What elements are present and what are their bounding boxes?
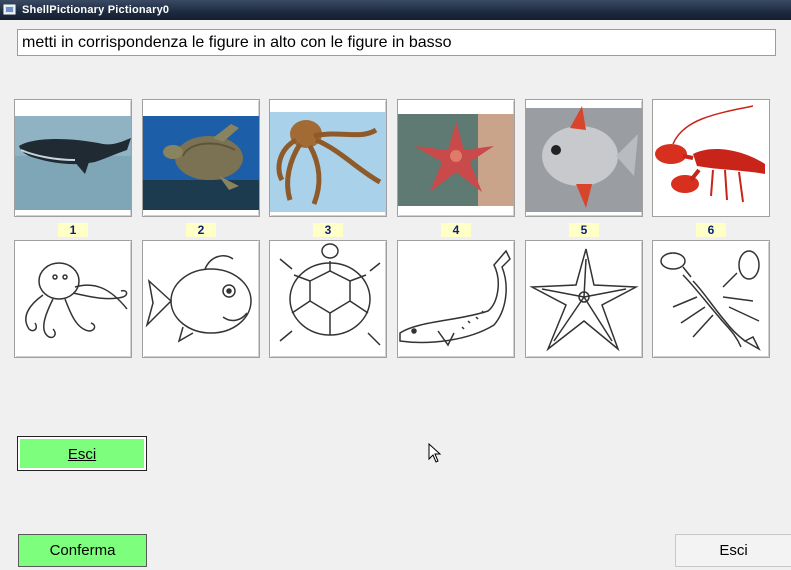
starfish-photo-icon — [398, 114, 514, 206]
card-number-4: 4 — [441, 223, 471, 237]
conferma-button[interactable]: Conferma — [18, 534, 147, 567]
mouse-cursor-icon — [428, 443, 442, 463]
lobster-drawing-icon — [660, 250, 761, 351]
turtle-drawing-icon — [279, 243, 381, 346]
bottom-card-4[interactable] — [397, 240, 515, 358]
octopus-drawing-icon — [25, 262, 128, 339]
card-number-6: 6 — [696, 223, 726, 237]
top-card-6[interactable] — [652, 99, 770, 217]
esci-button-left[interactable]: Esci — [17, 436, 147, 471]
lobster-photo-icon — [653, 100, 769, 216]
starfish-drawing-icon — [529, 248, 639, 352]
bottom-card-1[interactable] — [14, 240, 132, 358]
title-bar: ShellPictionary Pictionary0 — [0, 0, 791, 20]
top-card-5[interactable] — [525, 99, 643, 217]
whale-drawing-icon — [399, 249, 511, 347]
turtle-photo-icon — [143, 116, 259, 210]
whale-photo-icon — [15, 116, 131, 210]
bottom-card-3[interactable] — [269, 240, 387, 358]
fish-photo-icon — [526, 106, 642, 212]
top-card-3[interactable] — [269, 99, 387, 217]
top-card-4[interactable] — [397, 99, 515, 217]
fish-drawing-icon — [145, 255, 252, 343]
card-number-3: 3 — [313, 223, 343, 237]
bottom-card-2[interactable] — [142, 240, 260, 358]
card-number-1: 1 — [58, 223, 88, 237]
app-icon — [3, 4, 16, 15]
card-number-5: 5 — [569, 223, 599, 237]
top-card-2[interactable] — [142, 99, 260, 217]
octopus-photo-icon — [270, 112, 386, 212]
esci-button-left-label: Esci — [67, 446, 97, 463]
bottom-card-5[interactable] — [525, 240, 643, 358]
card-number-2: 2 — [186, 223, 216, 237]
top-card-1[interactable] — [14, 99, 132, 217]
instruction-field[interactable]: metti in corrispondenza le figure in alt… — [17, 29, 776, 56]
esci-button-right[interactable]: Esci — [675, 534, 791, 567]
bottom-card-6[interactable] — [652, 240, 770, 358]
window-title: ShellPictionary Pictionary0 — [22, 4, 170, 16]
